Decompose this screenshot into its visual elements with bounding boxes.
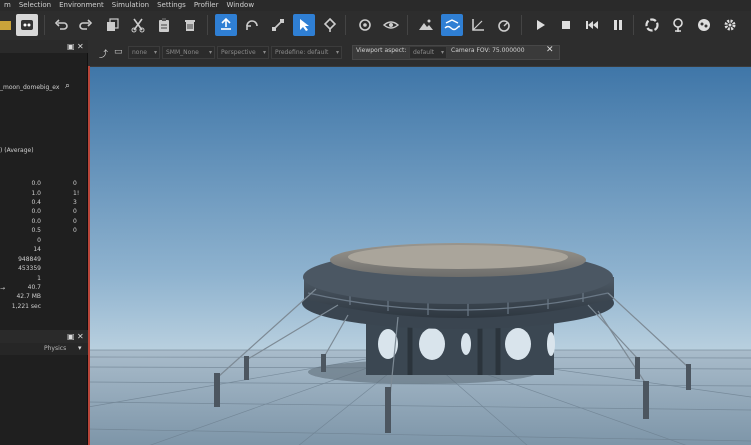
stat-value: 1,221 sec bbox=[11, 303, 41, 310]
menu-item-environment[interactable]: Environment bbox=[55, 0, 108, 11]
stat-value: 0 bbox=[37, 237, 41, 244]
comment-icon[interactable]: ▭ bbox=[114, 47, 123, 57]
snap-settings-icon[interactable]: ⤴ bbox=[99, 47, 108, 60]
scene-render bbox=[88, 67, 751, 445]
stat-arrow-label: → bbox=[0, 285, 6, 292]
main-toolbar bbox=[0, 11, 751, 40]
camera-fov-label: Camera FOV: 75.000000 bbox=[451, 47, 525, 54]
game-icon[interactable] bbox=[16, 14, 38, 36]
menu-item-window[interactable]: Window bbox=[222, 0, 258, 11]
terrain-icon[interactable] bbox=[415, 14, 437, 36]
scene-viewport[interactable] bbox=[88, 66, 751, 445]
panel-header: ▣ ✕ bbox=[0, 40, 88, 53]
properties-panel: ▣ ✕ _moon_domebig_ex ⌕ ) (Average) → ▣ ✕… bbox=[0, 40, 88, 445]
stat-value: 1 bbox=[37, 275, 41, 282]
toolbar-separator bbox=[521, 15, 522, 35]
close-icon[interactable]: ✕ bbox=[77, 42, 84, 51]
average-label: ) (Average) bbox=[0, 147, 34, 154]
viewport-border bbox=[88, 66, 90, 445]
close-icon[interactable]: ✕ bbox=[77, 332, 84, 341]
stat-value-secondary: 0 bbox=[73, 180, 77, 187]
play-icon[interactable] bbox=[529, 14, 551, 36]
panel-header-secondary: ▣ ✕ bbox=[0, 330, 88, 343]
asset-name: _moon_domebig_ex bbox=[0, 84, 60, 91]
undock-icon[interactable]: ▣ bbox=[67, 42, 75, 51]
undock-icon[interactable]: ▣ bbox=[67, 332, 75, 341]
menu-item-file[interactable]: m bbox=[0, 0, 15, 11]
stat-value-secondary: 0 bbox=[73, 218, 77, 225]
menu-bar: m Selection Environment Simulation Setti… bbox=[0, 0, 751, 11]
open-icon[interactable] bbox=[0, 14, 16, 36]
copy-icon[interactable] bbox=[101, 14, 123, 36]
paste-icon[interactable] bbox=[153, 14, 175, 36]
stat-value: 0.4 bbox=[31, 199, 41, 206]
add-entity-icon[interactable] bbox=[215, 14, 237, 36]
close-icon[interactable]: ✕ bbox=[546, 45, 554, 55]
toolbar-separator bbox=[407, 15, 408, 35]
stat-value-secondary: 0 bbox=[73, 208, 77, 215]
stat-value: 1.0 bbox=[31, 190, 41, 197]
toolbar-separator bbox=[207, 15, 208, 35]
pause-icon[interactable] bbox=[607, 14, 629, 36]
rotate-icon[interactable] bbox=[241, 14, 263, 36]
search-icon[interactable]: ⌕ bbox=[65, 81, 70, 91]
stat-value: 40.7 bbox=[27, 284, 41, 291]
smm-dropdown[interactable]: SMM_None ▾ bbox=[162, 46, 215, 59]
viewport-aspect-label: Viewport aspect: bbox=[356, 47, 407, 54]
toolbar-separator bbox=[345, 15, 346, 35]
pin-icon[interactable]: ▾ bbox=[78, 344, 82, 352]
dome-top bbox=[348, 245, 568, 269]
sea-icon[interactable] bbox=[441, 14, 463, 36]
toolbar-separator bbox=[44, 15, 45, 35]
move-icon[interactable] bbox=[319, 14, 341, 36]
eye-icon[interactable] bbox=[380, 14, 402, 36]
toolbar-separator bbox=[633, 15, 634, 35]
viewport-toolbar: ⤴ ▭ none ▾ SMM_None ▾ Perspective ▾ Predefi… bbox=[88, 40, 751, 66]
stat-value: 0.0 bbox=[31, 180, 41, 187]
stat-value-secondary: 0 bbox=[73, 227, 77, 234]
focus-icon[interactable] bbox=[354, 14, 376, 36]
marker-icon[interactable] bbox=[667, 14, 689, 36]
menu-item-profiler[interactable]: Profiler bbox=[190, 0, 223, 11]
gear-icon[interactable] bbox=[719, 14, 741, 36]
rewind-icon[interactable] bbox=[581, 14, 603, 36]
tab-physics[interactable]: Physics bbox=[44, 345, 66, 352]
panel-tabs: Physics ▾ bbox=[0, 343, 88, 355]
stat-value: 0.0 bbox=[31, 218, 41, 225]
stat-value-secondary: 3 bbox=[73, 199, 77, 206]
stat-value: 42.7 MB bbox=[16, 293, 41, 300]
viewport-aspect-dropdown[interactable]: default ▾ bbox=[409, 46, 447, 59]
refresh-icon[interactable] bbox=[641, 14, 663, 36]
stat-value: 948849 bbox=[18, 256, 41, 263]
menu-item-selection[interactable]: Selection bbox=[15, 0, 55, 11]
menu-item-settings[interactable]: Settings bbox=[153, 0, 190, 11]
menu-item-simulation[interactable]: Simulation bbox=[108, 0, 153, 11]
stop-icon[interactable] bbox=[555, 14, 577, 36]
select-icon[interactable] bbox=[293, 14, 315, 36]
network-icon[interactable] bbox=[693, 14, 715, 36]
snap-icon[interactable] bbox=[467, 14, 489, 36]
delete-icon[interactable] bbox=[179, 14, 201, 36]
debug-mode-dropdown[interactable]: none ▾ bbox=[128, 46, 160, 59]
projection-dropdown[interactable]: Perspective ▾ bbox=[217, 46, 269, 59]
predefine-dropdown[interactable]: Predefine: default ▾ bbox=[271, 46, 342, 59]
scale-icon[interactable] bbox=[267, 14, 289, 36]
cut-icon[interactable] bbox=[127, 14, 149, 36]
stat-value-secondary: 1! bbox=[73, 190, 80, 197]
redo-icon[interactable] bbox=[75, 14, 97, 36]
stat-value: 453359 bbox=[18, 265, 41, 272]
stat-value: 0.5 bbox=[31, 227, 41, 234]
stat-value: 14 bbox=[33, 246, 41, 253]
undo-icon[interactable] bbox=[50, 14, 72, 36]
camera-icon[interactable] bbox=[493, 14, 515, 36]
stat-value: 0.0 bbox=[31, 208, 41, 215]
